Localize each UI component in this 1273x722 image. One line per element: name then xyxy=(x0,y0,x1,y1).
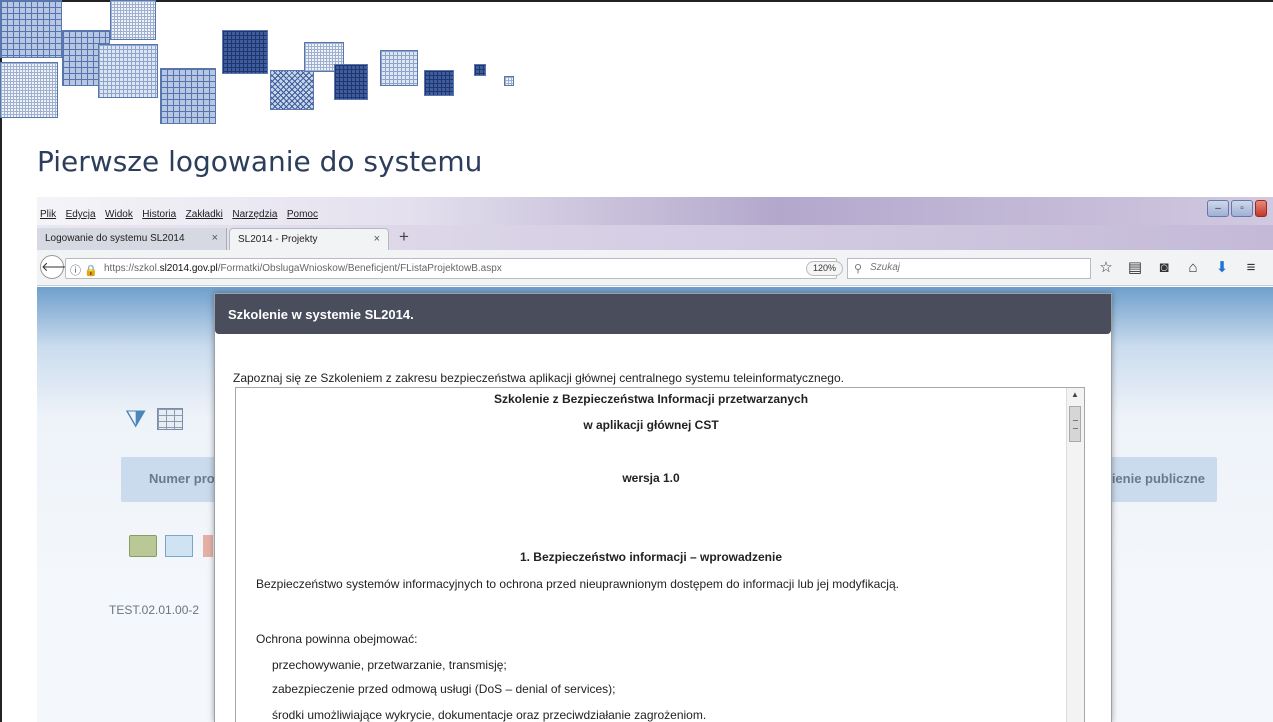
lock-icon: 🔒 xyxy=(84,265,98,277)
url-path: /Formatki/ObslugaWnioskow/Beneficjent/FL… xyxy=(217,263,502,274)
mosaic-tile xyxy=(424,70,454,96)
mail-icon[interactable] xyxy=(165,535,193,557)
paragraph: Ochrona powinna obejmować: xyxy=(256,632,418,646)
back-icon[interactable]: 🡐 xyxy=(40,255,76,279)
mosaic-tile xyxy=(222,30,268,74)
menu-bar: Plik Edycja Widok Historia Zakładki Narz… xyxy=(37,197,1273,225)
column-header-public[interactable]: ienie publiczne xyxy=(1112,471,1205,486)
browser-screenshot: Plik Edycja Widok Historia Zakładki Narz… xyxy=(37,197,1273,722)
tab-label: SL2014 - Projekty xyxy=(238,234,318,245)
mosaic-tile xyxy=(474,64,486,76)
modal-title: Szkolenie w systemie SL2014. xyxy=(228,307,414,322)
restore-icon[interactable]: ▫ xyxy=(1231,200,1253,217)
bookmark-star-icon[interactable]: ☆ xyxy=(1097,258,1115,278)
zoom-indicator[interactable]: 120% xyxy=(806,261,844,276)
mosaic-tile xyxy=(0,62,58,118)
mosaic-tile xyxy=(270,70,314,110)
menu-item-historia[interactable]: Historia xyxy=(142,209,176,220)
toolbar-icons: ☆ ▤ ◙ ⌂ ⬇ ≡ xyxy=(1097,258,1260,278)
close-tab-icon[interactable]: × xyxy=(212,232,218,244)
menu-item-edycja[interactable]: Edycja xyxy=(66,209,96,220)
list-item: zabezpieczenie przed odmową usługi (DoS … xyxy=(272,682,616,696)
tab-bar: Logowanie do systemu SL2014 × SL2014 - P… xyxy=(37,225,1273,250)
menu-item-zakladki[interactable]: Zakładki xyxy=(186,209,223,220)
menu-item-plik[interactable]: Plik xyxy=(40,209,56,220)
nav-bar: 🡐 ⓘ 🔒 https://szkol.sl2014.gov.pl/Format… xyxy=(37,250,1273,286)
url-text: https://szkol.sl2014.gov.pl/Formatki/Obs… xyxy=(104,263,502,274)
doc-title-line-1: Szkolenie z Bezpieczeństwa Informacji pr… xyxy=(493,392,809,406)
scroll-thumb[interactable] xyxy=(1069,406,1081,442)
doc-version: wersja 1.0 xyxy=(622,471,680,485)
close-window-icon[interactable] xyxy=(1255,200,1267,217)
address-bar[interactable]: ⓘ 🔒 https://szkol.sl2014.gov.pl/Formatki… xyxy=(65,258,856,279)
mosaic-tile xyxy=(160,68,216,124)
search-icon: ⚲ xyxy=(854,263,863,275)
doc-title-line-2: w aplikacji głównej CST xyxy=(583,418,719,432)
mosaic-tile xyxy=(98,44,158,98)
training-modal: Szkolenie w systemie SL2014. Zapoznaj si… xyxy=(214,293,1112,722)
menu-item-narzedzia[interactable]: Narzędzia xyxy=(232,209,277,220)
window-controls: – ▫ xyxy=(1207,200,1267,217)
new-tab-button[interactable]: + xyxy=(399,227,409,247)
filter-add-icon[interactable]: ⧩ xyxy=(125,406,146,434)
reader-list-icon[interactable]: ▤ xyxy=(1126,258,1144,278)
search-box[interactable]: ⚲ xyxy=(847,258,1091,279)
menu-item-widok[interactable]: Widok xyxy=(105,209,133,220)
modal-header: Szkolenie w systemie SL2014. xyxy=(215,294,1111,334)
decorative-mosaic xyxy=(0,0,560,128)
mosaic-tile xyxy=(334,64,368,100)
url-domain: sl2014.gov.pl xyxy=(159,263,218,274)
url-prefix: https://szkol. xyxy=(104,263,160,274)
home-icon[interactable]: ⌂ xyxy=(1184,258,1202,278)
scroll-up-icon[interactable]: ▲ xyxy=(1071,390,1079,399)
mosaic-tile xyxy=(504,76,514,86)
mosaic-tile xyxy=(380,50,418,86)
modal-intro: Zapoznaj się ze Szkoleniem z zakresu bez… xyxy=(233,371,844,385)
table-icon[interactable] xyxy=(157,408,183,430)
vertical-scrollbar[interactable]: ▲ xyxy=(1066,388,1084,722)
pocket-icon[interactable]: ◙ xyxy=(1155,258,1173,278)
mosaic-tile xyxy=(110,0,156,40)
minimize-icon[interactable]: – xyxy=(1207,200,1229,217)
tab-label: Logowanie do systemu SL2014 xyxy=(45,233,185,244)
column-header-number[interactable]: Numer pro xyxy=(149,471,215,486)
folder-icon[interactable] xyxy=(129,535,157,557)
search-input[interactable] xyxy=(870,262,1080,273)
section-heading: 1. Bezpieczeństwo informacji – wprowadze… xyxy=(519,550,783,564)
site-info-icon[interactable]: ⓘ 🔒 xyxy=(70,262,98,278)
hamburger-menu-icon[interactable]: ≡ xyxy=(1242,258,1260,278)
training-document[interactable]: Szkolenie z Bezpieczeństwa Informacji pr… xyxy=(235,387,1085,722)
mosaic-tile xyxy=(0,0,62,58)
tab-logowanie[interactable]: Logowanie do systemu SL2014 × xyxy=(37,228,227,250)
list-item: środki umożliwiające wykrycie, dokumenta… xyxy=(272,708,707,722)
close-tab-icon[interactable]: × xyxy=(374,233,380,245)
list-item: przechowywanie, przetwarzanie, transmisj… xyxy=(272,658,507,672)
menu-item-pomoc[interactable]: Pomoc xyxy=(287,209,318,220)
project-number: TEST.02.01.00-2 xyxy=(109,603,200,617)
tab-projekty[interactable]: SL2014 - Projekty × xyxy=(229,228,389,250)
menu-items: Plik Edycja Widok Historia Zakładki Narz… xyxy=(40,204,323,222)
paragraph: Bezpieczeństwo systemów informacyjnych t… xyxy=(256,577,899,591)
download-icon[interactable]: ⬇ xyxy=(1213,258,1231,278)
document-icon[interactable] xyxy=(203,535,213,557)
slide-title: Pierwsze logowanie do systemu xyxy=(37,145,483,178)
